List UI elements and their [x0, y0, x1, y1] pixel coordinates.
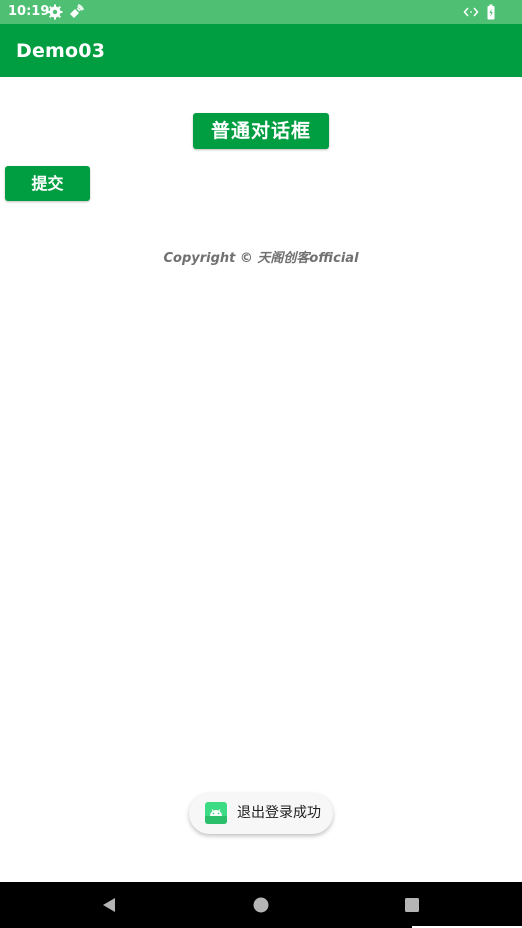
normal-dialog-button[interactable]: 普通对话框 — [193, 113, 329, 149]
android-icon — [205, 802, 227, 824]
toast-message: 退出登录成功 — [237, 805, 321, 821]
copyright-text: Copyright © 天阁创客official — [163, 251, 359, 266]
wireless-signal-icon — [70, 4, 84, 18]
toast: 退出登录成功 — [189, 793, 333, 834]
code-icon — [463, 7, 479, 17]
submit-button[interactable]: 提交 — [5, 166, 90, 201]
home-icon[interactable] — [251, 895, 271, 915]
app-title: Demo03 — [16, 40, 106, 62]
status-time: 10:19 — [8, 4, 50, 19]
status-bar: 10:19 — [0, 0, 522, 24]
settings-icon — [47, 4, 63, 20]
app-bar: Demo03 — [0, 24, 522, 77]
back-icon[interactable] — [99, 895, 119, 915]
navigation-bar — [0, 882, 522, 928]
recents-icon[interactable] — [402, 895, 422, 915]
battery-icon — [487, 4, 495, 20]
